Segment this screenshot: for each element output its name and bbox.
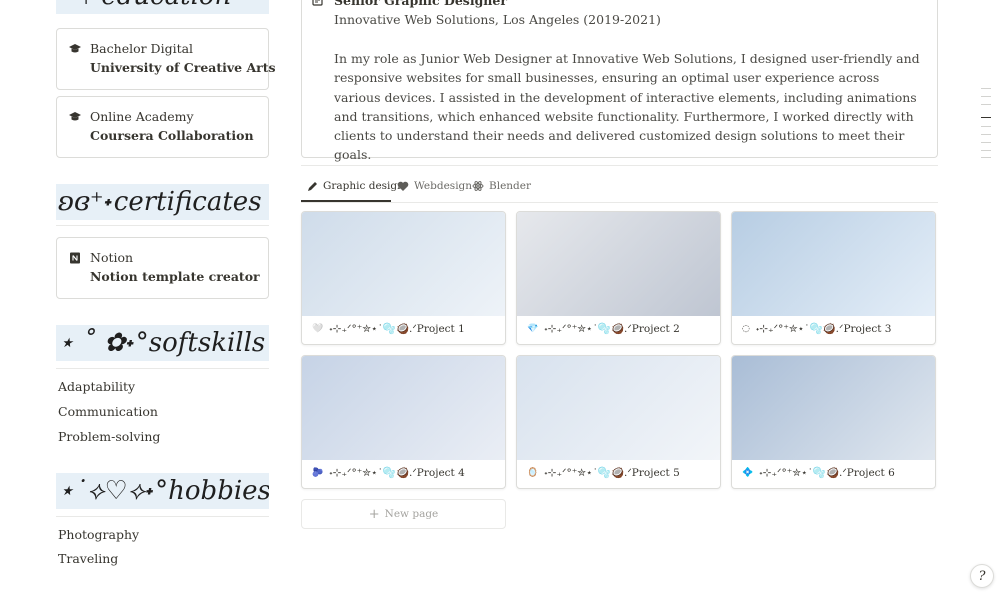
tab-label: Blender (489, 180, 532, 192)
education-institution: University of Creative Arts (90, 60, 276, 75)
heart-icon (397, 181, 409, 191)
atom-icon (472, 181, 484, 191)
education-degree: Bachelor Digital (90, 41, 194, 56)
card-caption: 💎 ˖⊹₊ᐟ°⁺✮⋆˙🫧🥥.ᐟProject 2 (527, 322, 680, 335)
page-emoji-icon: 🪞 (527, 467, 539, 478)
card-title: ˖⊹₊ᐟ°⁺✮⋆˙🫧🥥.ᐟProject 6 (759, 467, 895, 479)
hobby-item: Traveling (58, 551, 119, 566)
outline-marker[interactable] (981, 96, 991, 97)
card-caption: 🤍 ˖⊹₊ᐟ°⁺✮⋆˙🫧🥥.ᐟProject 1 (312, 322, 465, 335)
graduation-cap-icon (69, 112, 81, 121)
divider (301, 165, 938, 166)
page-emoji-icon: 💎 (527, 323, 539, 334)
pencil-icon (308, 181, 317, 191)
gallery-card[interactable]: 🪞 ˖⊹₊ᐟ°⁺✮⋆˙🫧🥥.ᐟProject 5 (516, 355, 721, 489)
page-emoji-icon: ◌ (742, 323, 750, 334)
card-caption: 🫐 ˖⊹₊ᐟ°⁺✮⋆˙🫧🥥.ᐟProject 4 (312, 466, 465, 479)
experience-subtitle: Innovative Web Solutions, Los Angeles (2… (334, 12, 661, 27)
card-caption: 💠 ˖⊹₊ᐟ°⁺✮⋆˙🫧🥥.ᐟProject 6 (742, 466, 895, 479)
certificate-card[interactable]: Notion Notion template creator (56, 237, 269, 299)
tab-label: Graphic design (323, 180, 404, 192)
softskill-item: Communication (58, 404, 158, 419)
certificate-detail: Notion template creator (90, 269, 260, 284)
graduation-cap-icon (69, 44, 81, 53)
gallery-card[interactable]: 💠 ˖⊹₊ᐟ°⁺✮⋆˙🫧🥥.ᐟProject 6 (731, 355, 936, 489)
cover-image (517, 212, 720, 316)
outline-marker[interactable] (981, 134, 991, 135)
hobby-item: Photography (58, 527, 140, 542)
softskill-item: Problem-solving (58, 429, 161, 444)
outline-marker[interactable] (981, 88, 991, 89)
new-page-label: New page (384, 508, 439, 520)
divider (56, 225, 269, 226)
help-label: ? (978, 568, 986, 584)
page-emoji-icon: 💠 (742, 467, 754, 478)
card-title: ˖⊹₊ᐟ°⁺✮⋆˙🫧🥥.ᐟProject 3 (755, 323, 892, 335)
card-title: ˖⊹₊ᐟ°⁺✮⋆˙🫧🥥.ᐟProject 5 (544, 467, 680, 479)
outline-marker[interactable] (981, 150, 991, 151)
certificate-name: Notion (90, 250, 134, 265)
page-emoji-icon: 🫐 (312, 467, 324, 478)
cover-image (732, 356, 935, 460)
card-title: ˖⊹₊ᐟ°⁺✮⋆˙🫧🥥.ᐟProject 2 (544, 323, 680, 335)
tab-label: Webdesign (414, 180, 473, 192)
experience-title[interactable]: Senior Graphic Designer (334, 0, 507, 8)
gallery-card[interactable]: 💎 ˖⊹₊ᐟ°⁺✮⋆˙🫧🥥.ᐟProject 2 (516, 211, 721, 345)
education-card-2[interactable]: Online Academy Coursera Collaboration (56, 96, 269, 158)
education-institution: Coursera Collaboration (90, 128, 254, 143)
hobbies-heading: ⋆˙⟡♡⟡˖°hobbies (56, 473, 269, 509)
card-caption: ◌ ˖⊹₊ᐟ°⁺✮⋆˙🫧🥥.ᐟProject 3 (742, 322, 891, 335)
divider (301, 202, 938, 203)
cover-image (302, 212, 505, 316)
softskills-heading: ⋆ ˚ ✿˖°softskills (56, 325, 269, 361)
softskill-item: Adaptability (58, 379, 136, 394)
education-degree: Online Academy (90, 109, 194, 124)
outline-marker[interactable] (981, 157, 991, 158)
card-title: ˖⊹₊ᐟ°⁺✮⋆˙🫧🥥.ᐟProject 1 (329, 323, 465, 335)
gallery-card[interactable]: 🤍 ˖⊹₊ᐟ°⁺✮⋆˙🫧🥥.ᐟProject 1 (301, 211, 506, 345)
outline-marker[interactable] (981, 104, 991, 105)
outline-marker[interactable] (981, 126, 991, 127)
certificates-heading: ʚɞ⁺˖certificates (56, 184, 269, 220)
cover-image (302, 356, 505, 460)
gallery-card[interactable]: ◌ ˖⊹₊ᐟ°⁺✮⋆˙🫧🥥.ᐟProject 3 (731, 211, 936, 345)
cover-image (517, 356, 720, 460)
tab-graphic-design[interactable]: Graphic design (307, 177, 404, 195)
gallery-card[interactable]: 🫐 ˖⊹₊ᐟ°⁺✮⋆˙🫧🥥.ᐟProject 4 (301, 355, 506, 489)
card-caption: 🪞 ˖⊹₊ᐟ°⁺✮⋆˙🫧🥥.ᐟProject 5 (527, 466, 680, 479)
help-button[interactable]: ? (970, 564, 994, 588)
divider (56, 368, 269, 369)
page-icon (312, 0, 323, 6)
new-page-button[interactable]: + New page (301, 499, 506, 529)
experience-description: In my role as Junior Web Designer at Inn… (334, 51, 920, 163)
cover-image (732, 212, 935, 316)
tab-webdesign[interactable]: Webdesign (397, 177, 472, 195)
tab-blender[interactable]: Blender (472, 177, 531, 195)
card-title: ˖⊹₊ᐟ°⁺✮⋆˙🫧🥥.ᐟProject 4 (329, 467, 465, 479)
page-emoji-icon: 🤍 (312, 323, 324, 334)
outline-marker-active[interactable] (981, 117, 991, 118)
notion-icon (70, 252, 80, 264)
education-heading: ·˚₊‧education (56, 0, 269, 14)
divider (56, 516, 269, 517)
outline-marker[interactable] (981, 142, 991, 143)
plus-icon: + (368, 506, 380, 522)
education-card-1[interactable]: Bachelor Digital University of Creative … (56, 28, 276, 90)
